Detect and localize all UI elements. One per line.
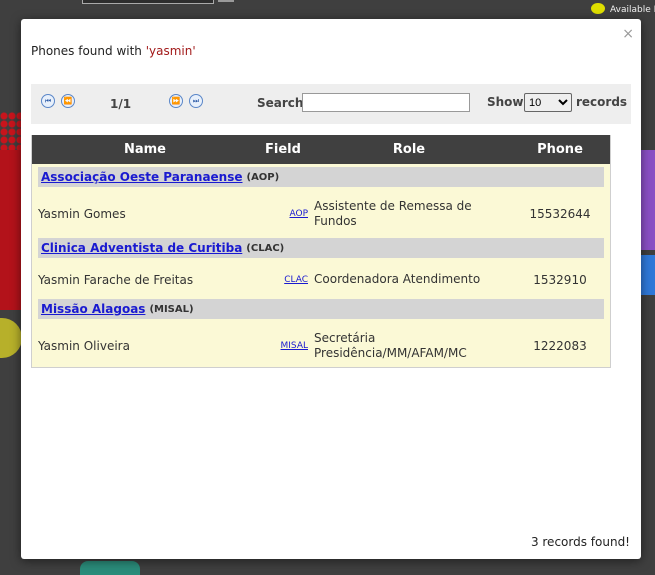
cell-field-link[interactable]: MISAL [281,341,308,351]
map-region-yellow [0,318,22,358]
table-row: Yasmin Oliveira MISAL Secretária Presidê… [32,324,610,367]
table-row: Yasmin Farache de Freitas CLAC Coordenad… [32,263,610,296]
map-region-dots [0,112,22,152]
table-toolbar: ⏮ ⏪ 1/1 ⏩ ⏭ Search Show 10 records [31,84,631,124]
header-name[interactable]: Name [32,135,258,164]
header-phone[interactable]: Phone [510,135,610,164]
legend-label: Available D [610,5,655,15]
cell-phone: 1532910 [533,272,587,287]
close-icon[interactable]: × [622,27,634,41]
phones-table: Name Field Role Phone Associação Oeste P… [31,135,611,368]
header-field[interactable]: Field [258,135,308,164]
background-search-box [82,0,214,4]
group-code: (AOP) [246,171,280,183]
group-code: (CLAC) [246,242,285,254]
legend-dot-icon [591,3,605,14]
header-role[interactable]: Role [308,135,510,164]
cell-field-link[interactable]: CLAC [284,275,308,285]
group-row: Clinica Adventista de Curitiba (CLAC) [32,235,610,263]
map-region-blue [641,255,655,295]
records-label: records [576,95,628,109]
phones-modal: × Phones found with 'yasmin' ⏮ ⏪ 1/1 ⏩ ⏭… [21,19,641,559]
next-page-icon[interactable]: ⏩ [169,94,183,108]
page-info: 1/1 [110,97,132,111]
cell-field-link[interactable]: AOP [289,209,308,219]
cell-name: Yasmin Farache de Freitas [38,272,194,287]
title-prefix: Phones found with [31,44,146,58]
search-input[interactable] [302,93,470,112]
group-link[interactable]: Missão Alagoas [41,302,145,316]
background-button [218,0,234,2]
cell-phone: 15532644 [529,206,591,221]
group-row: Missão Alagoas (MISAL) [32,296,610,324]
show-label: Show [487,95,524,109]
cell-role: Assistente de Remessa de Fundos [314,198,472,228]
records-found-count: 3 records found! [530,535,630,549]
map-region-purple [641,150,655,250]
modal-title: Phones found with 'yasmin' [31,44,196,58]
cell-phone: 1222083 [533,338,587,353]
search-query: 'yasmin' [145,44,196,58]
cell-name: Yasmin Oliveira [38,338,130,353]
cell-role: Secretária Presidência/MM/AFAM/MC [314,330,467,360]
first-page-icon[interactable]: ⏮ [41,94,55,108]
last-page-icon[interactable]: ⏭ [189,94,203,108]
previous-page-icon[interactable]: ⏪ [61,94,75,108]
cell-name: Yasmin Gomes [38,206,126,221]
group-link[interactable]: Clinica Adventista de Curitiba [41,241,242,255]
map-region-teal [80,561,140,575]
group-code: (MISAL) [149,303,194,315]
search-label: Search [257,96,304,110]
records-per-page-select[interactable]: 10 [524,93,572,112]
group-link[interactable]: Associação Oeste Paranaense [41,170,243,184]
table-header: Name Field Role Phone [32,135,610,164]
table-row: Yasmin Gomes AOP Assistente de Remessa d… [32,192,610,235]
cell-role: Coordenadora Atendimento [314,272,481,286]
group-row: Associação Oeste Paranaense (AOP) [32,164,610,192]
